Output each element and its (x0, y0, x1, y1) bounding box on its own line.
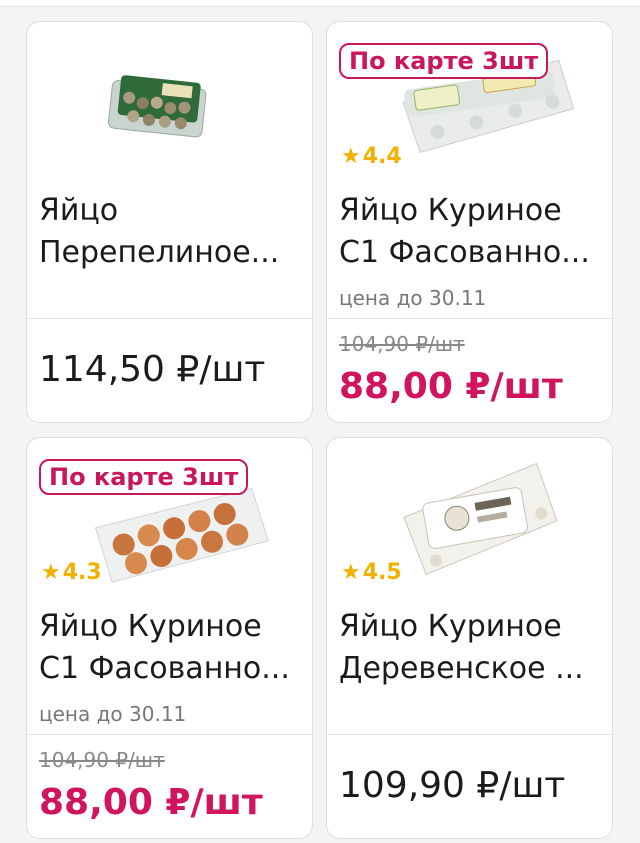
star-icon: ★ (341, 144, 361, 169)
product-card[interactable]: По карте 3шт ★4.4 Яйцо Куриное С1 Фасова… (326, 21, 613, 423)
divider (327, 734, 612, 735)
top-divider (0, 0, 640, 7)
product-card[interactable]: Яйцо Перепелиное... 114,50 ₽/шт (26, 21, 313, 423)
product-price: 88,00 ₽/шт (39, 782, 263, 823)
star-icon: ★ (41, 560, 61, 585)
product-title: Яйцо Куриное Деревенское ... (339, 609, 584, 686)
product-title: Яйцо Перепелиное... (39, 193, 280, 270)
product-card[interactable]: ★4.5 Яйцо Куриное Деревенское ... 109,90… (326, 437, 613, 839)
product-title: Яйцо Куриное С1 Фасованно... (339, 193, 590, 270)
loyalty-card-badge: По карте 3шт (39, 459, 249, 495)
loyalty-card-badge: По карте 3шт (339, 43, 549, 79)
quail-egg-pack-icon (108, 75, 207, 138)
star-icon: ★ (341, 560, 361, 585)
rating: ★4.5 (341, 560, 402, 585)
product-price: 114,50 ₽/шт (39, 349, 266, 390)
product-price: 88,00 ₽/шт (339, 366, 563, 407)
old-price: 104,90 ₽/шт (39, 748, 165, 772)
product-image (27, 22, 312, 192)
rating: ★4.4 (341, 144, 402, 169)
product-title: Яйцо Куриное С1 Фасованно... (39, 609, 290, 686)
divider (27, 734, 312, 735)
divider (27, 318, 312, 319)
old-price: 104,90 ₽/шт (339, 332, 465, 356)
product-card[interactable]: По карте 3шт ★4.3 Яйцо Куриное С1 Фасова… (26, 437, 313, 839)
divider (327, 318, 612, 319)
price-valid-until: цена до 30.11 (339, 286, 487, 310)
product-price: 109,90 ₽/шт (339, 765, 566, 806)
price-valid-until: цена до 30.11 (39, 702, 187, 726)
rating: ★4.3 (41, 560, 102, 585)
